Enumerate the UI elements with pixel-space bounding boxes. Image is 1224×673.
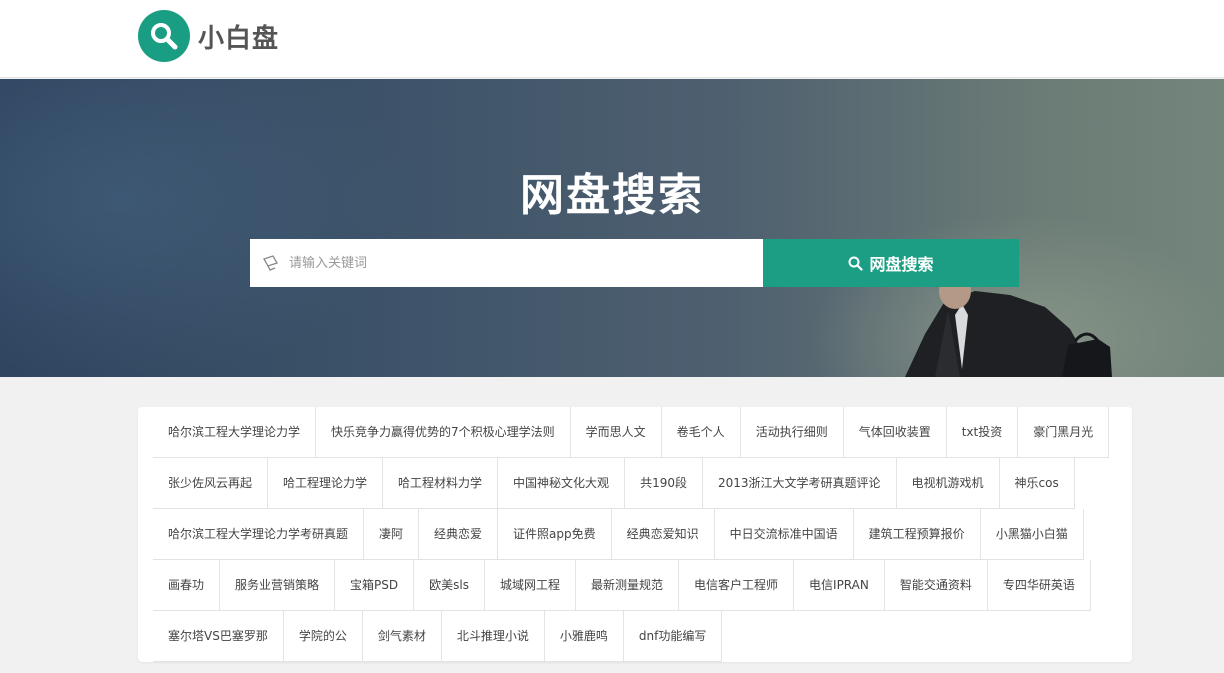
keyword-tag[interactable]: 气体回收装置 [843,407,947,458]
keyword-tag[interactable]: 电信IPRAN [794,560,885,611]
edit-icon [263,255,278,271]
keyword-tag[interactable]: dnf功能编写 [623,611,723,662]
keyword-tag[interactable]: 小黑猫小白猫 [980,509,1084,560]
keyword-tag[interactable]: 电信客户工程师 [679,560,795,611]
keyword-tag[interactable]: 2013浙江大文学考研真题评论 [702,458,897,509]
keyword-tag[interactable]: 中国神秘文化大观 [498,458,626,509]
keyword-tag[interactable]: 北斗推理小说 [441,611,545,662]
keyword-tag[interactable]: 最新测量规范 [576,560,680,611]
keyword-tag[interactable]: 快乐竞争力赢得优势的7个积极心理学法则 [316,407,571,458]
keyword-tag[interactable]: 张少佐风云再起 [153,458,269,509]
keyword-tag[interactable]: 豪门黑月光 [1018,407,1110,458]
keyword-tag[interactable]: 经典恋爱 [419,509,499,560]
keyword-tag-list: 哈尔滨工程大学理论力学 快乐竞争力赢得优势的7个积极心理学法则 学而思人文 卷毛个人活… [153,407,1132,662]
hero-banner: 网盘搜索 网盘搜索 [0,79,1224,377]
keyword-tag[interactable]: 中日交流标准中国语 [714,509,854,560]
keyword-tag[interactable]: 学而思人文 [570,407,662,458]
keyword-tag[interactable]: 哈尔滨工程大学理论力学 [153,407,317,458]
keyword-tag[interactable]: 小雅鹿鸣 [544,611,624,662]
keyword-tag[interactable]: 城域网工程 [484,560,576,611]
keyword-tag[interactable]: 服务业营销策略 [220,560,336,611]
search-input[interactable] [289,240,749,286]
keyword-tag[interactable]: 凄阿 [364,509,420,560]
keyword-tag[interactable]: 宝箱PSD [335,560,415,611]
keyword-tag[interactable]: 哈工程理论力学 [268,458,384,509]
search-icon [848,256,864,271]
keyword-tag[interactable]: 证件照app免费 [498,509,612,560]
search-button-label: 网盘搜索 [869,255,934,274]
logo-text: 小白盘 [198,23,280,54]
keyword-tag[interactable]: 画春功 [153,560,221,611]
keyword-tag[interactable]: 塞尔塔VS巴塞罗那 [153,611,284,662]
keyword-tag[interactable]: 剑气素材 [362,611,442,662]
site-header: 小白盘 [0,0,1224,78]
hero-title: 网盘搜索 [520,170,704,221]
hot-keywords-panel: 哈尔滨工程大学理论力学 快乐竞争力赢得优势的7个积极心理学法则 学而思人文 卷毛个人活… [138,407,1132,662]
keyword-tag[interactable]: 电视机游戏机 [896,458,1000,509]
keyword-tag[interactable]: 共190段 [625,458,703,509]
keyword-tag[interactable]: txt投资 [946,407,1019,458]
keyword-tag[interactable]: 欧美sls [414,560,485,611]
keyword-tag[interactable]: 哈尔滨工程大学理论力学考研真题 [153,509,365,560]
hero-background-figure [905,273,1112,377]
keyword-tag[interactable]: 哈工程材料力学 [383,458,499,509]
search-box [250,239,763,287]
site-logo[interactable]: 小白盘 [138,10,279,62]
keyword-tag[interactable]: 智能交通资料 [884,560,988,611]
keyword-tag[interactable]: 神乐cos [999,458,1075,509]
keyword-tag[interactable]: 活动执行细则 [740,407,844,458]
keyword-tag[interactable]: 卷毛个人 [661,407,741,458]
keyword-tag[interactable]: 专四华研英语 [987,560,1091,611]
search-icon [138,10,190,62]
keyword-tag[interactable]: 建筑工程预算报价 [853,509,981,560]
keyword-tag[interactable]: 学院的公 [283,611,363,662]
keyword-tag[interactable]: 经典恋爱知识 [611,509,715,560]
search-button[interactable]: 网盘搜索 [763,239,1019,287]
